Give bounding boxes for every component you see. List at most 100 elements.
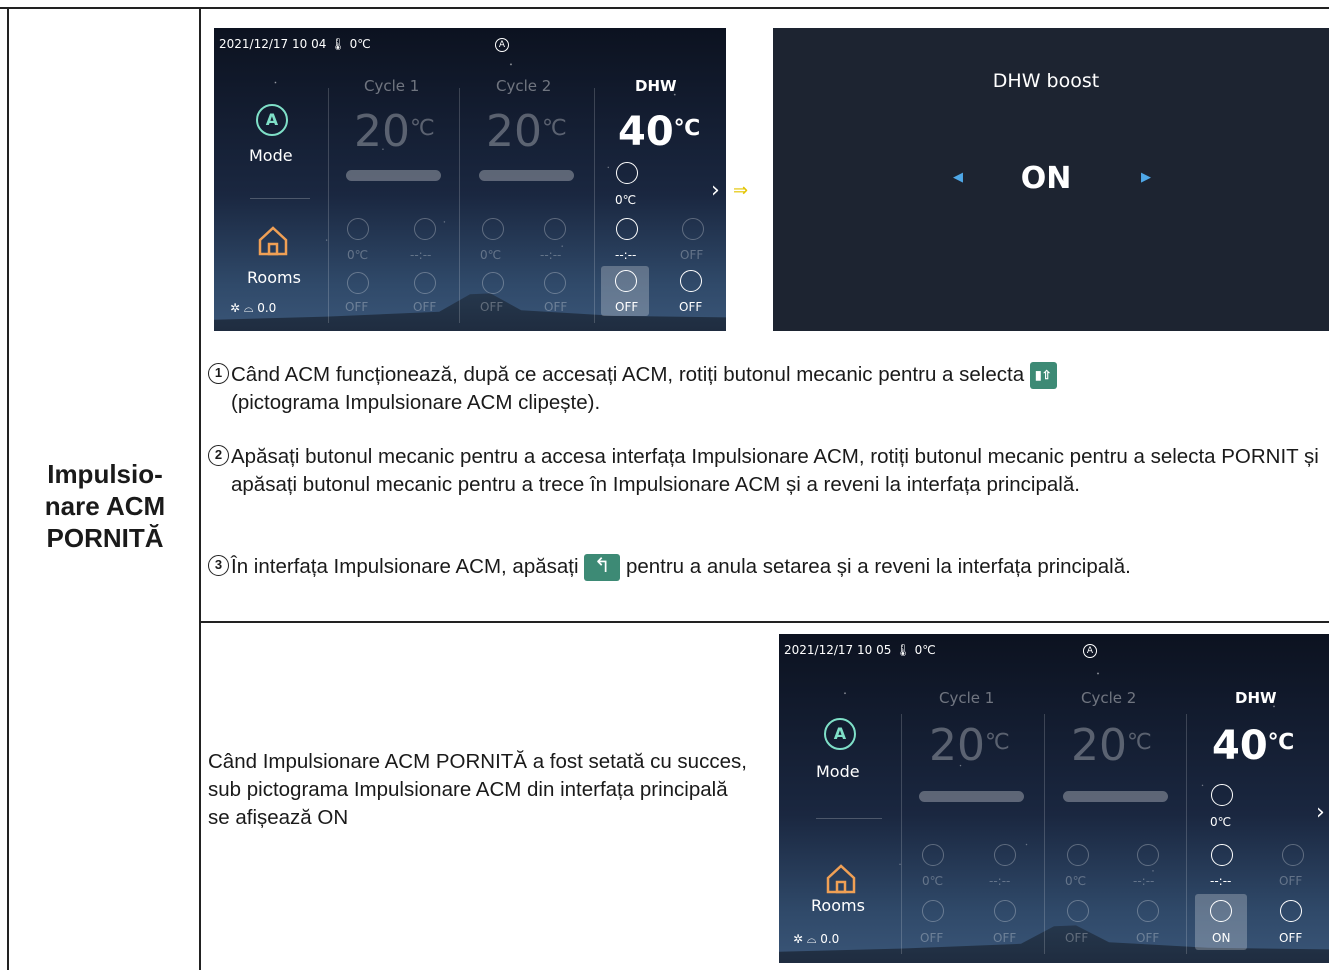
dhw-tank-icon [1211, 784, 1233, 806]
cycle2-bar [1063, 791, 1168, 802]
outdoor-thermometer-icon: 🌡 [895, 643, 911, 657]
dhw-temp[interactable]: 40℃ [618, 112, 700, 152]
cycle2-val3: OFF [480, 300, 504, 314]
row-divider [199, 621, 1329, 623]
cycle2-eco-icon [544, 272, 566, 294]
cycle2-temp[interactable]: 20℃ [486, 110, 567, 154]
dhw-disinfect-state: OFF [679, 300, 703, 314]
home-icon[interactable] [256, 224, 290, 258]
settings-gear-icon: ✲ [793, 932, 804, 946]
cycle1-title: Cycle 1 [364, 77, 420, 95]
pressure-value: 0.0 [257, 301, 277, 315]
column-divider-2 [459, 88, 460, 323]
status-bar: 2021/12/17 10 05 🌡 0℃ [784, 643, 940, 657]
cycle1-temp-value: 20 [929, 720, 985, 771]
cycle2-tank-icon [1067, 844, 1089, 866]
rooms-label[interactable]: Rooms [811, 896, 865, 915]
boost-value[interactable]: ON [773, 161, 1329, 196]
column-divider-2 [1044, 714, 1045, 954]
back-icon: ↰ [584, 554, 621, 582]
cycle1-schedule-icon [347, 272, 369, 294]
cycle2-timer-icon [544, 218, 566, 240]
cycle1-timer-icon [414, 218, 436, 240]
dhw-disinfect-icon[interactable] [680, 270, 702, 292]
dhw-disinfect-icon[interactable] [1280, 900, 1302, 922]
step-3-text-a: În interfața Impulsionare ACM, apăsați [231, 555, 579, 578]
dhw-title: DHW [635, 77, 677, 95]
column-divider-1 [328, 88, 329, 323]
dhw-schedule-icon [682, 218, 704, 240]
cycle2-schedule-icon [1067, 900, 1089, 922]
sidebar-divider [250, 198, 310, 199]
cycle1-eco-icon [994, 900, 1016, 922]
cycle2-val3: OFF [1065, 931, 1089, 945]
boost-right-arrow-icon[interactable]: ▶ [1141, 170, 1151, 185]
main-screen-after: 2021/12/17 10 05 🌡 0℃ A A Mode Rooms ✲ ⌓ 0… [779, 634, 1329, 963]
result-note: Când Impulsionare ACM PORNITĂ a fost set… [208, 750, 747, 829]
dhw-boost-state: OFF [615, 300, 639, 314]
cycle2-temp-value: 20 [1071, 720, 1127, 771]
cycle1-val3: OFF [345, 300, 369, 314]
home-icon[interactable] [824, 862, 858, 896]
cycle1-tank-icon [922, 844, 944, 866]
outdoor-temp: 0℃ [914, 643, 936, 657]
mountain-backdrop [214, 293, 726, 331]
dhw-temp[interactable]: 40℃ [1212, 726, 1294, 766]
dhw-disinfect-state: OFF [1279, 931, 1303, 945]
auto-mode-icon: A [495, 38, 509, 52]
dhw-boost-icon[interactable] [1210, 900, 1232, 922]
cycle1-temp-value: 20 [354, 106, 410, 157]
step-3: 3 În interfața Impulsionare ACM, apăsați… [208, 553, 1326, 582]
mode-label[interactable]: Mode [816, 762, 860, 781]
cycle2-temp-value: 20 [486, 106, 542, 157]
dhw-boost-icon: ▮⇧ [1029, 362, 1057, 390]
cycle1-val2: --:-- [410, 248, 432, 262]
cycle2-val2: --:-- [1133, 874, 1155, 888]
step-1-text-b: (pictograma Impulsionare ACM clipește). [231, 391, 601, 415]
dhw-timer-icon [1211, 844, 1233, 866]
column-divider-3 [594, 88, 595, 323]
next-page-chevron-icon[interactable]: › [711, 178, 720, 203]
cycle1-tank-icon [347, 218, 369, 240]
gauge-icon: ⌓ [806, 932, 817, 946]
cycle1-temp-unit: ℃ [985, 730, 1010, 755]
cycle2-bar [479, 170, 574, 181]
dhw-boost-screen: DHW boost ◀ ON ▶ [773, 28, 1329, 331]
dhw-timer: --:-- [1210, 874, 1232, 888]
status-bar: 2021/12/17 10 04 🌡 0℃ [219, 37, 375, 51]
dhw-temp-unit: ℃ [1267, 730, 1295, 755]
cycle2-val4: OFF [544, 300, 568, 314]
pressure-readout: ✲ ⌓ 0.0 [230, 301, 276, 316]
rooms-label[interactable]: Rooms [247, 268, 301, 287]
step-2: 2 Apăsați butonul mecanic pentru a acces… [208, 443, 1326, 499]
cycle1-bar [346, 170, 441, 181]
datetime: 2021/12/17 10 04 [219, 37, 327, 51]
step-2-number: 2 [208, 445, 229, 466]
column-divider-3 [1186, 714, 1187, 954]
cycle2-eco-icon [1137, 900, 1159, 922]
dhw-boost-icon[interactable] [615, 270, 637, 292]
cycle2-timer-icon [1137, 844, 1159, 866]
cycle2-temp[interactable]: 20℃ [1071, 724, 1152, 768]
next-page-chevron-icon[interactable]: › [1316, 800, 1325, 825]
dhw-schedule: OFF [680, 248, 704, 262]
dhw-boost-state: ON [1212, 931, 1231, 945]
row-label: Impulsio- nare ACM PORNITĂ [44, 459, 166, 553]
cycle1-temp[interactable]: 20℃ [929, 724, 1010, 768]
dhw-temp-value: 40 [1212, 723, 1268, 769]
step-3-text-b: pentru a anula setarea și a reveni la in… [625, 555, 1131, 578]
mode-label[interactable]: Mode [249, 146, 293, 165]
cycle1-temp-unit: ℃ [410, 116, 435, 141]
mode-icon[interactable]: A [824, 718, 856, 750]
dhw-schedule-icon [1282, 844, 1304, 866]
dhw-timer-icon [616, 218, 638, 240]
cycle2-temp-unit: ℃ [1127, 730, 1152, 755]
mode-icon[interactable]: A [256, 104, 288, 136]
cycle1-schedule-icon [922, 900, 944, 922]
step-1: 1 Când ACM funcționează, după ce accesaț… [208, 361, 1326, 417]
cycle2-val2: --:-- [540, 248, 562, 262]
cycle1-temp[interactable]: 20℃ [354, 110, 435, 154]
column-divider-1 [901, 714, 902, 954]
step-2-text: Apăsați butonul mecanic pentru a accesa … [231, 445, 1319, 496]
pressure-value: 0.0 [820, 932, 840, 946]
